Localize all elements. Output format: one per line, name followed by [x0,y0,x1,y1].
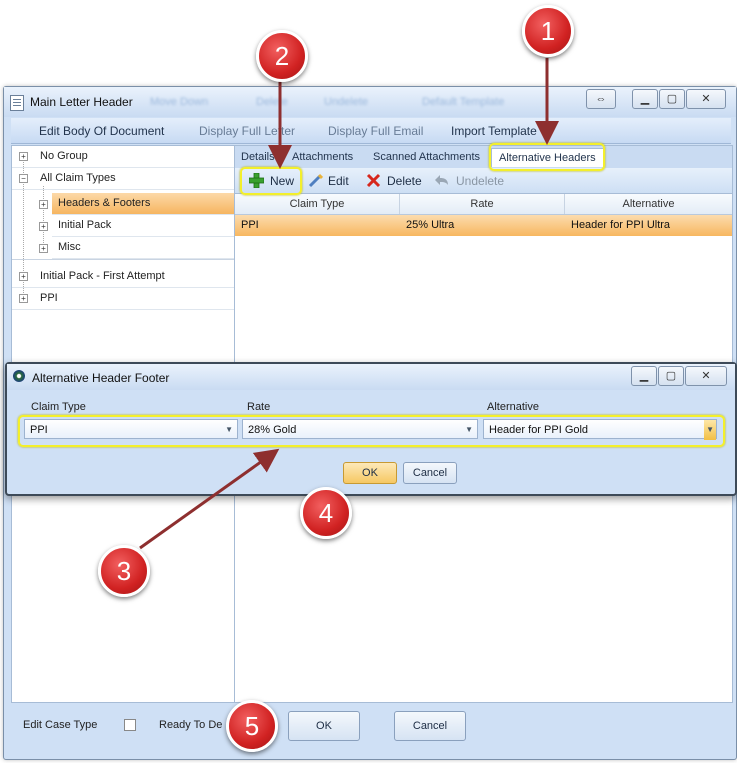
callout-5: 5 [226,700,278,752]
callout-4: 4 [300,487,352,539]
callout-2: 2 [256,30,308,82]
callout-arrows [139,58,559,550]
callout-3: 3 [98,545,150,597]
arrow-3 [139,448,280,550]
callout-1: 1 [522,5,574,57]
